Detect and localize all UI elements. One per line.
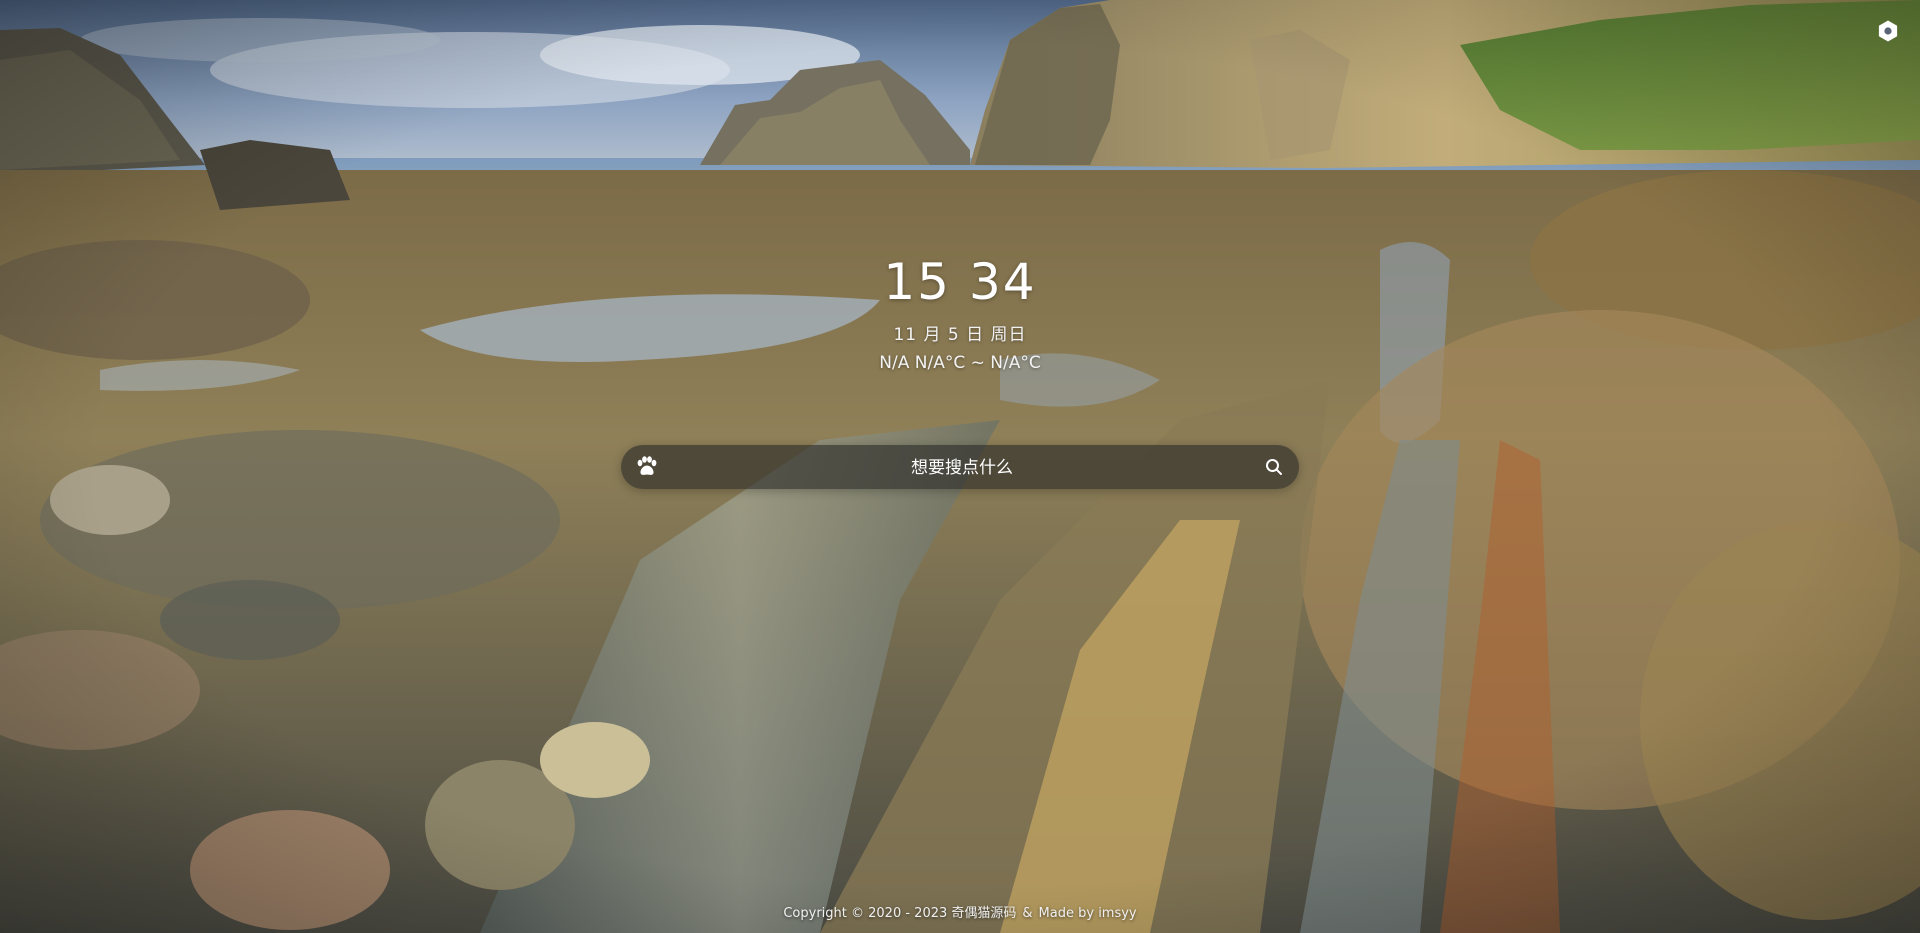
footer-separator: & [1022, 906, 1033, 921]
weather-display: N/A N/A°C ~ N/A°C [879, 353, 1041, 373]
settings-button[interactable] [1876, 19, 1900, 43]
search-input[interactable] [669, 445, 1255, 491]
footer: Copyright © 2020 - 2023 奇偶猫源码 & Made by im… [0, 905, 1920, 923]
search-bar [621, 445, 1299, 491]
search-engine-selector[interactable] [633, 454, 659, 480]
date-display: 11 月 5 日 周日 [893, 325, 1027, 345]
footer-made-by-link[interactable]: Made by imsyy [1039, 906, 1137, 921]
clock: 15 34 [0, 252, 1920, 312]
search-icon [1263, 456, 1285, 478]
search-submit-button[interactable] [1263, 456, 1285, 478]
gear-icon [1876, 19, 1900, 43]
clock-minutes: 34 [969, 253, 1037, 311]
paw-icon [633, 454, 659, 480]
clock-hours: 15 [883, 253, 951, 311]
desktop-stage: 15 34 11 月 5 日 周日 N/A N/A°C ~ N/A°C 想要搜点… [0, 0, 1920, 933]
footer-copyright: Copyright © 2020 - 2023 奇偶猫源码 [783, 906, 1017, 921]
